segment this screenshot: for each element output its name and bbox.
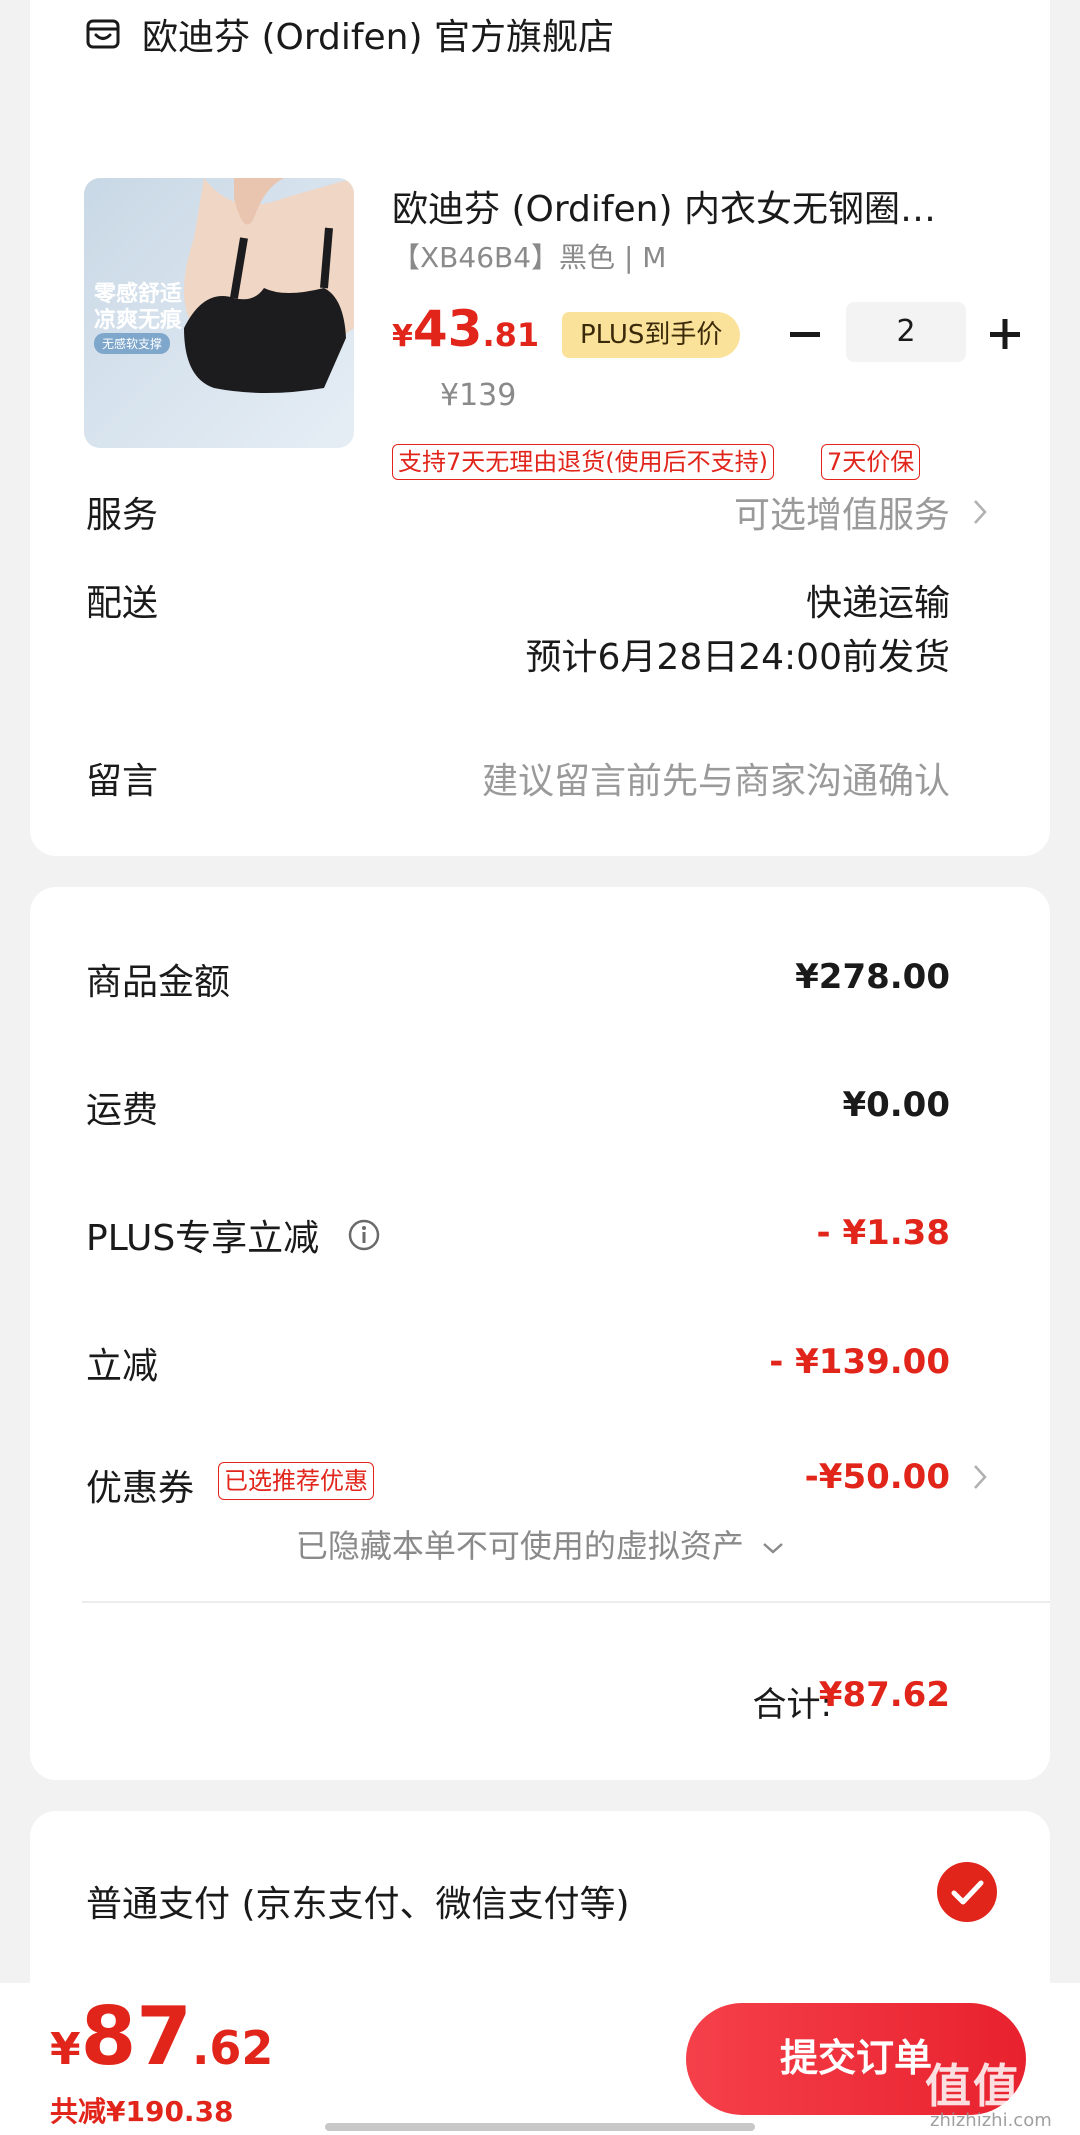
summary-label-goods: 商品金额	[86, 962, 231, 1003]
quantity-input[interactable]: 2	[846, 302, 966, 362]
bottom-total-price: ¥ 87 .62	[50, 1990, 273, 2083]
bottom-price-integer: 87	[80, 1990, 192, 2083]
payment-option-label[interactable]: 普通支付 (京东支付、微信支付等)	[86, 1875, 630, 1927]
product-price: ¥ 43 .81	[392, 300, 539, 358]
checkout-page: 欧迪芬 (Ordifen) 官方旗舰店 零感舒适 凉爽无痕 无感软支撑 欧迪芬 …	[0, 0, 1080, 2135]
chevron-right-icon	[974, 1465, 987, 1489]
minus-icon[interactable]	[788, 312, 822, 356]
plus-icon[interactable]	[988, 312, 1022, 356]
plus-price-badge: PLUS到手价	[562, 312, 741, 358]
summary-divider	[82, 1601, 1050, 1603]
service-value: 可选增值服务	[733, 495, 950, 536]
bottom-price-symbol: ¥	[50, 2024, 81, 2075]
message-input[interactable]: 建议留言前先与商家沟通确认	[482, 752, 950, 804]
watermark-url: zhizhizhi.com	[930, 2110, 1052, 2131]
summary-value-plus: - ¥1.38	[816, 1213, 951, 1253]
product-spec[interactable]: 【XB46B4】黑色 | M	[392, 236, 666, 276]
price-symbol: ¥	[392, 319, 413, 354]
product-image-caption: 凉爽无痕	[94, 308, 183, 333]
store-card-content: 欧迪芬 (Ordifen) 官方旗舰店 零感舒适 凉爽无痕 无感软支撑 欧迪芬 …	[30, 0, 1050, 856]
delivery-eta: 预计6月28日24:00前发货	[525, 637, 950, 678]
product-image[interactable]: 零感舒适 凉爽无痕 无感软支撑	[84, 178, 354, 448]
product-title[interactable]: 欧迪芬 (Ordifen) 内衣女无钢圈…	[392, 180, 992, 232]
return-policy-tag: 支持7天无理由退货(使用后不支持)	[392, 444, 774, 480]
service-selector[interactable]: 可选增值服务	[734, 486, 988, 538]
service-label: 服务	[86, 495, 159, 536]
summary-label-coupon: 优惠券	[86, 1468, 195, 1509]
price-decimal: .81	[482, 316, 540, 354]
info-icon[interactable]	[347, 1218, 381, 1252]
summary-value-coupon: -¥50.00	[804, 1457, 950, 1497]
bottom-price-decimal: .62	[191, 2021, 274, 2075]
chevron-down-icon	[763, 1543, 783, 1554]
summary-value-discount: - ¥139.00	[769, 1342, 950, 1382]
store-name: 欧迪芬 (Ordifen) 官方旗舰店	[142, 17, 614, 58]
store-header[interactable]: 欧迪芬 (Ordifen) 官方旗舰店	[86, 8, 614, 60]
coupon-selector[interactable]: -¥50.00	[805, 1457, 988, 1497]
chevron-right-icon	[974, 500, 987, 524]
store-icon	[86, 19, 120, 49]
total-value: ¥87.62	[818, 1675, 950, 1715]
original-price: ¥139	[440, 378, 517, 413]
summary-value-goods: ¥278.00	[795, 957, 950, 997]
summary-label-shipping: 运费	[86, 1090, 159, 1131]
product-image-badge: 无感软支撑	[94, 333, 171, 354]
hidden-assets-text: 已隐藏本单不可使用的虚拟资产	[295, 1527, 744, 1565]
total-saved: 共减¥190.38	[50, 2095, 234, 2128]
price-protection-tag: 7天价保	[821, 444, 921, 480]
store-order-card: 欧迪芬 (Ordifen) 官方旗舰店 零感舒适 凉爽无痕 无感软支撑 欧迪芬 …	[30, 0, 1050, 856]
price-integer: 43	[412, 300, 483, 358]
watermark-logo: 值值值	[925, 2059, 1069, 2113]
home-indicator[interactable]	[325, 2123, 755, 2131]
coupon-recommended-tag: 已选推荐优惠	[218, 1462, 374, 1500]
summary-value-shipping: ¥0.00	[842, 1085, 950, 1125]
hidden-assets-toggle[interactable]: 已隐藏本单不可使用的虚拟资产	[30, 1521, 1050, 1567]
plus-discount-label: PLUS专享立减	[86, 1218, 320, 1259]
check-circle-icon[interactable]	[936, 1861, 998, 1923]
delivery-method[interactable]: 快递运输	[806, 574, 950, 626]
summary-label-discount: 立减	[86, 1346, 159, 1387]
delivery-label: 配送	[86, 583, 159, 624]
summary-label-plus: PLUS专享立减	[86, 1209, 381, 1261]
price-summary-card: 商品金额 ¥278.00 运费 ¥0.00 PLUS专享立减 - ¥1.38 立…	[30, 887, 1050, 1780]
message-label: 留言	[86, 761, 159, 802]
